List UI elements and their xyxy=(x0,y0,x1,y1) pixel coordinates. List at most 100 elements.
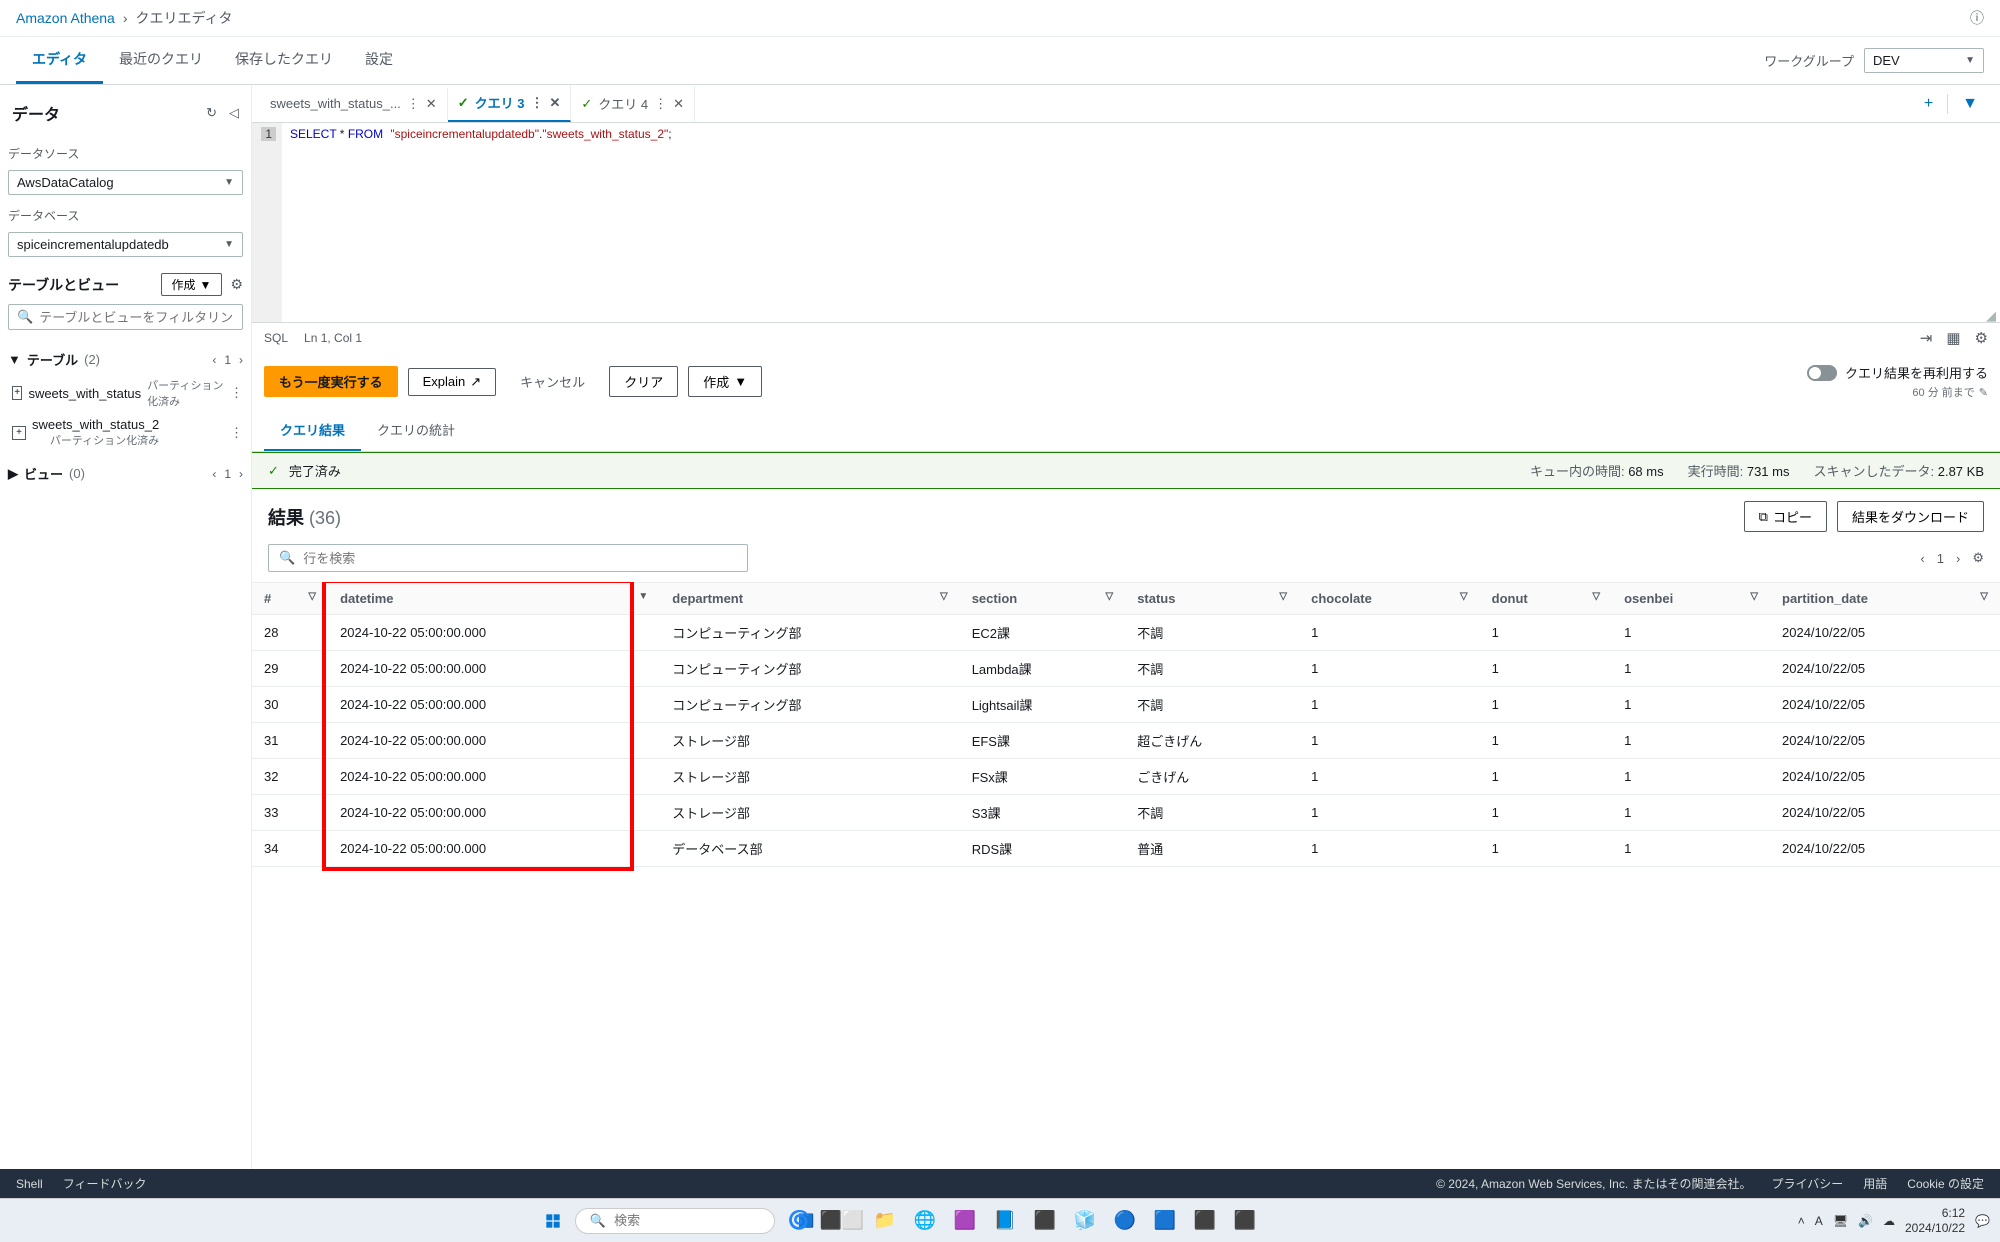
results-search-input[interactable] xyxy=(303,551,737,566)
gear-icon[interactable]: ⚙ xyxy=(1975,329,1988,347)
info-icon[interactable]: ⓘ xyxy=(1970,8,1984,28)
col-datetime[interactable]: datetime▼ xyxy=(328,583,660,615)
query-tab-1[interactable]: sweets_with_status_... ⋮ ✕ xyxy=(260,88,448,120)
reuse-toggle[interactable] xyxy=(1807,365,1837,381)
taskbar-edge-icon[interactable]: 🔵 xyxy=(1109,1205,1141,1237)
taskbar-explorer-icon[interactable]: 📁 xyxy=(869,1205,901,1237)
col-chocolate[interactable]: chocolate▽ xyxy=(1299,583,1480,615)
gear-icon[interactable]: ⚙ xyxy=(1972,550,1984,566)
filter-input[interactable]: 🔍 xyxy=(8,304,243,330)
query-tab-3[interactable]: ✓ クエリ 3 ⋮ ✕ xyxy=(448,85,572,122)
taskbar-task-view-icon[interactable]: ⬛⬜ xyxy=(823,1205,861,1237)
results-search[interactable]: 🔍 xyxy=(268,544,748,572)
col-osenbei[interactable]: osenbei▽ xyxy=(1612,583,1770,615)
feedback-link[interactable]: フィードバック xyxy=(63,1175,147,1192)
table-row[interactable]: 322024-10-22 05:00:00.000ストレージ部FSx課ごきげん1… xyxy=(252,759,2000,795)
views-tree-header[interactable]: ▶ ビュー (0) ‹ 1 › xyxy=(8,460,243,487)
prev-icon[interactable]: ‹ xyxy=(212,353,216,367)
next-icon[interactable]: › xyxy=(239,467,243,481)
table-item[interactable]: + sweets_with_status_2 パーティション化済み ⋮ xyxy=(8,413,243,452)
clear-button[interactable]: クリア xyxy=(609,366,678,397)
copy-button[interactable]: ⧉ コピー xyxy=(1744,501,1827,532)
query-tab-4[interactable]: ✓ クエリ 4 ⋮ ✕ xyxy=(571,86,695,121)
refresh-icon[interactable]: ↻ xyxy=(206,105,217,121)
tray-cloud-icon[interactable]: ☁ xyxy=(1883,1214,1895,1228)
tab-recent[interactable]: 最近のクエリ xyxy=(103,37,219,84)
add-tab-button[interactable]: + xyxy=(1914,89,1943,119)
tab-menu-icon[interactable]: ⋮ xyxy=(407,96,420,112)
taskbar-app3-icon[interactable]: ⬛ xyxy=(1189,1205,1221,1237)
sql-code[interactable]: SELECT * FROM "spiceincrementalupdatedb"… xyxy=(282,123,680,322)
run-button[interactable]: もう一度実行する xyxy=(264,366,398,397)
code-editor[interactable]: 1 SELECT * FROM "spiceincrementalupdated… xyxy=(252,123,2000,323)
privacy-link[interactable]: プライバシー xyxy=(1772,1175,1844,1192)
close-icon[interactable]: ✕ xyxy=(426,96,437,112)
table-row[interactable]: 282024-10-22 05:00:00.000コンピューティング部EC2課不… xyxy=(252,615,2000,651)
stats-tab[interactable]: クエリの統計 xyxy=(361,410,471,451)
tab-menu-icon[interactable]: ⋮ xyxy=(654,96,667,112)
close-icon[interactable]: ✕ xyxy=(549,95,560,111)
tab-settings[interactable]: 設定 xyxy=(349,37,409,84)
indent-icon[interactable]: ⇥ xyxy=(1920,329,1933,347)
col-status[interactable]: status▽ xyxy=(1125,583,1299,615)
database-select[interactable]: spiceincrementalupdatedb ▼ xyxy=(8,232,243,257)
taskbar-search-input[interactable] xyxy=(614,1213,790,1228)
next-icon[interactable]: › xyxy=(239,353,243,367)
col-donut[interactable]: donut▽ xyxy=(1480,583,1612,615)
results-tab[interactable]: クエリ結果 xyxy=(264,410,361,451)
table-row[interactable]: 332024-10-22 05:00:00.000ストレージ部S3課不調1112… xyxy=(252,795,2000,831)
tables-tree-header[interactable]: ▼ テーブル (2) ‹ 1 › xyxy=(8,346,243,373)
collapse-icon[interactable]: ◁ xyxy=(229,105,239,121)
download-button[interactable]: 結果をダウンロード xyxy=(1837,501,1984,532)
tray-volume-icon[interactable]: 🔊 xyxy=(1858,1214,1873,1228)
close-icon[interactable]: ✕ xyxy=(673,96,684,112)
taskbar-copilot-icon[interactable]: 🌀 xyxy=(783,1205,815,1237)
cancel-button[interactable]: キャンセル xyxy=(506,367,599,396)
taskbar-word-icon[interactable]: 📘 xyxy=(989,1205,1021,1237)
prev-icon[interactable]: ‹ xyxy=(212,467,216,481)
taskbar-terminal-icon[interactable]: ⬛ xyxy=(1029,1205,1061,1237)
gear-icon[interactable]: ⚙ xyxy=(230,276,243,293)
taskbar-github-icon[interactable]: ⬛ xyxy=(1229,1205,1261,1237)
taskbar-app2-icon[interactable]: 🧊 xyxy=(1069,1205,1101,1237)
start-button[interactable] xyxy=(539,1207,567,1235)
create-button[interactable]: 作成▼ xyxy=(161,273,223,296)
filter-field[interactable] xyxy=(39,310,234,325)
expand-icon[interactable]: + xyxy=(12,426,26,440)
next-page-icon[interactable]: › xyxy=(1956,551,1960,566)
tray-ime-icon[interactable]: A xyxy=(1815,1214,1823,1228)
prev-page-icon[interactable]: ‹ xyxy=(1920,551,1924,566)
tray-notification-icon[interactable]: 💬 xyxy=(1975,1214,1990,1228)
tab-dropdown-button[interactable]: ▼ xyxy=(1952,89,1988,119)
table-row[interactable]: 312024-10-22 05:00:00.000ストレージ部EFS課超ごきげん… xyxy=(252,723,2000,759)
breadcrumb-service[interactable]: Amazon Athena xyxy=(16,10,115,26)
tray-network-icon[interactable]: 🖥 xyxy=(1833,1214,1848,1228)
resize-handle[interactable]: ◢ xyxy=(1986,308,1998,320)
tab-menu-icon[interactable]: ⋮ xyxy=(530,95,543,111)
col-partition-date[interactable]: partition_date▽ xyxy=(1770,583,2000,615)
taskbar-clock[interactable]: 6:12 2024/10/22 xyxy=(1905,1206,1965,1235)
tab-saved[interactable]: 保存したクエリ xyxy=(219,37,349,84)
table-row[interactable]: 292024-10-22 05:00:00.000コンピューティング部Lambd… xyxy=(252,651,2000,687)
create-button[interactable]: 作成 ▼ xyxy=(688,366,762,397)
explain-button[interactable]: Explain ↗ xyxy=(408,368,497,396)
edit-icon[interactable]: ✎ xyxy=(1979,386,1988,399)
col-section[interactable]: section▽ xyxy=(960,583,1126,615)
datasource-select[interactable]: AwsDataCatalog ▼ xyxy=(8,170,243,195)
cookie-link[interactable]: Cookie の設定 xyxy=(1907,1175,1984,1192)
taskbar-search[interactable]: 🔍 🟦 xyxy=(575,1208,775,1234)
col-idx[interactable]: #▽ xyxy=(252,583,328,615)
terms-link[interactable]: 用語 xyxy=(1863,1175,1887,1192)
workgroup-select[interactable]: DEV ▼ xyxy=(1864,48,1984,73)
layout-icon[interactable]: ▦ xyxy=(1946,329,1960,347)
taskbar-vscode-icon[interactable]: 🟦 xyxy=(1149,1205,1181,1237)
taskbar-chrome-icon[interactable]: 🌐 xyxy=(909,1205,941,1237)
table-item[interactable]: + sweets_with_status パーティション化済み ⋮ xyxy=(8,373,243,413)
col-department[interactable]: department▽ xyxy=(660,583,959,615)
tab-editor[interactable]: エディタ xyxy=(16,37,103,84)
more-icon[interactable]: ⋮ xyxy=(230,385,243,401)
cloudshell-link[interactable]: Shell xyxy=(16,1177,43,1191)
table-row[interactable]: 342024-10-22 05:00:00.000データベース部RDS課普通11… xyxy=(252,831,2000,867)
taskbar-app-icon[interactable]: 🟪 xyxy=(949,1205,981,1237)
expand-icon[interactable]: + xyxy=(12,386,22,400)
